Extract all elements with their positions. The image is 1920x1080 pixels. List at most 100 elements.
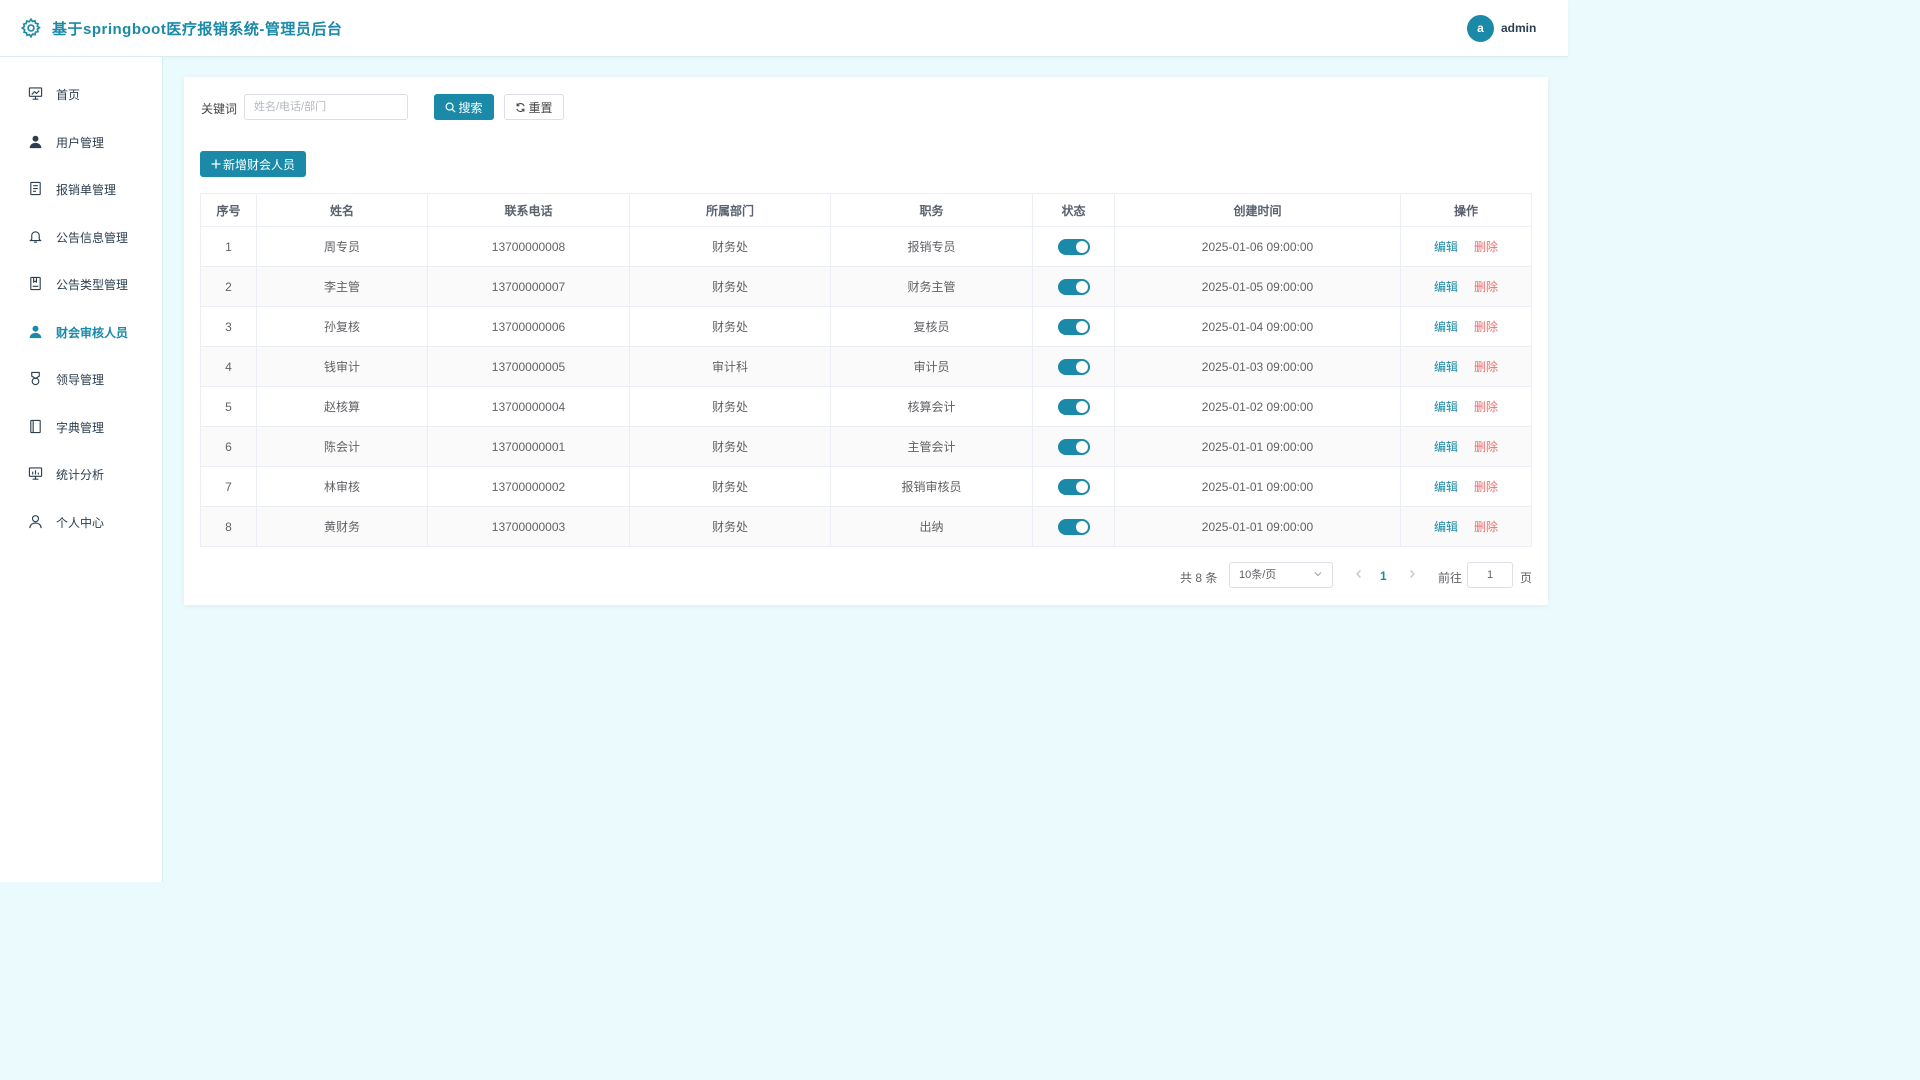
status-toggle[interactable] xyxy=(1057,358,1090,375)
edit-button[interactable]: 编辑 xyxy=(1434,280,1458,294)
staff-name: 赵核算 xyxy=(256,386,428,427)
status-cell xyxy=(1032,306,1115,347)
edit-button[interactable]: 编辑 xyxy=(1434,400,1458,414)
column-header: 职务 xyxy=(830,193,1033,227)
created-time: 2025-01-01 09:00:00 xyxy=(1114,466,1401,507)
chart-icon xyxy=(28,467,43,480)
status-toggle[interactable] xyxy=(1057,238,1090,255)
edit-button[interactable]: 编辑 xyxy=(1434,360,1458,374)
table-row: 8 黄财务 13700000003 财务处 出纳 2025-01-01 09:00:00 编… xyxy=(200,506,1532,547)
user-icon xyxy=(29,325,42,339)
sidebar-item-finance-auditors[interactable]: 财会审核人员 xyxy=(0,312,162,352)
goto-page-input[interactable] xyxy=(1467,562,1513,588)
page-size-select[interactable]: 10条/页 xyxy=(1229,562,1333,588)
delete-button[interactable]: 删除 xyxy=(1474,280,1498,294)
delete-button[interactable]: 删除 xyxy=(1474,520,1498,534)
sidebar-item-claims[interactable]: 报销单管理 xyxy=(0,169,162,209)
phone-number: 13700000002 xyxy=(427,466,630,507)
position: 出纳 xyxy=(830,506,1033,547)
phone-number: 13700000008 xyxy=(427,226,630,267)
edit-button[interactable]: 编辑 xyxy=(1434,520,1458,534)
sidebar-item-notice-types[interactable]: 公告类型管理 xyxy=(0,264,162,304)
chevron-right-icon[interactable] xyxy=(1406,567,1418,581)
department: 财务处 xyxy=(629,466,831,507)
keyword-label: 关键词 xyxy=(201,102,238,116)
edit-button[interactable]: 编辑 xyxy=(1434,480,1458,494)
column-header: 序号 xyxy=(200,193,257,227)
sidebar-item-label: 报销单管理 xyxy=(56,183,117,197)
sidebar-item-statistics[interactable]: 统计分析 xyxy=(0,454,162,494)
status-cell xyxy=(1032,266,1115,307)
sidebar-item-users[interactable]: 用户管理 xyxy=(0,122,162,162)
delete-button[interactable]: 删除 xyxy=(1474,320,1498,334)
department: 财务处 xyxy=(629,306,831,347)
search-button[interactable]: 搜索 xyxy=(434,94,494,120)
phone-number: 13700000007 xyxy=(427,266,630,307)
page-number-current[interactable]: 1 xyxy=(1380,569,1387,583)
phone-number: 13700000006 xyxy=(427,306,630,347)
staff-name: 黄财务 xyxy=(256,506,428,547)
sidebar-item-dictionary[interactable]: 字典管理 xyxy=(0,407,162,447)
add-finance-staff-button[interactable]: 新增财会人员 xyxy=(200,151,306,177)
delete-button[interactable]: 删除 xyxy=(1474,440,1498,454)
row-index: 8 xyxy=(200,506,257,547)
delete-button[interactable]: 删除 xyxy=(1474,360,1498,374)
finance-staff-table: 序号 姓名 联系电话 所属部门 职务 状态 创建时间 操作 1 周专员 137000… xyxy=(200,193,1532,547)
avatar[interactable]: a xyxy=(1467,15,1494,42)
chevron-left-icon[interactable] xyxy=(1353,567,1365,581)
sidebar-item-notices[interactable]: 公告信息管理 xyxy=(0,217,162,257)
delete-button[interactable]: 删除 xyxy=(1474,400,1498,414)
column-header: 姓名 xyxy=(256,193,428,227)
username[interactable]: admin xyxy=(1501,21,1536,35)
staff-name: 周专员 xyxy=(256,226,428,267)
row-index: 7 xyxy=(200,466,257,507)
search-button-label: 搜索 xyxy=(458,100,483,115)
edit-button[interactable]: 编辑 xyxy=(1434,440,1458,454)
content-card: 关键词 搜索 重置 新增财会人员 序号 姓名 联系电话 所属部门 职务 状态 创… xyxy=(184,77,1548,605)
reset-button[interactable]: 重置 xyxy=(504,94,564,120)
sidebar-item-label: 首页 xyxy=(56,88,81,102)
actions-cell: 编辑 删除 xyxy=(1400,226,1532,267)
status-toggle[interactable] xyxy=(1057,478,1090,495)
sidebar-item-profile[interactable]: 个人中心 xyxy=(0,502,162,542)
status-cell xyxy=(1032,346,1115,387)
sidebar-item-label: 公告信息管理 xyxy=(56,231,129,245)
created-time: 2025-01-01 09:00:00 xyxy=(1114,506,1401,547)
status-toggle[interactable] xyxy=(1057,518,1090,535)
table-row: 7 林审核 13700000002 财务处 报销审核员 2025-01-01 09:00:… xyxy=(200,466,1532,507)
created-time: 2025-01-03 09:00:00 xyxy=(1114,346,1401,387)
phone-number: 13700000004 xyxy=(427,386,630,427)
actions-cell: 编辑 删除 xyxy=(1400,346,1532,387)
status-toggle[interactable] xyxy=(1057,398,1090,415)
status-toggle[interactable] xyxy=(1057,278,1090,295)
created-time: 2025-01-06 09:00:00 xyxy=(1114,226,1401,267)
sidebar-item-home[interactable]: 首页 xyxy=(0,74,162,114)
table-row: 1 周专员 13700000008 财务处 报销专员 2025-01-06 09:00:0… xyxy=(200,226,1532,267)
edit-button[interactable]: 编辑 xyxy=(1434,320,1458,334)
department: 财务处 xyxy=(629,426,831,467)
status-toggle[interactable] xyxy=(1057,318,1090,335)
department: 财务处 xyxy=(629,266,831,307)
created-time: 2025-01-04 09:00:00 xyxy=(1114,306,1401,347)
search-icon xyxy=(445,102,456,113)
created-time: 2025-01-05 09:00:00 xyxy=(1114,266,1401,307)
bell-icon xyxy=(29,231,42,243)
sidebar-item-leaders[interactable]: 领导管理 xyxy=(0,359,162,399)
staff-name: 林审核 xyxy=(256,466,428,507)
row-index: 2 xyxy=(200,266,257,307)
row-index: 1 xyxy=(200,226,257,267)
department: 财务处 xyxy=(629,226,831,267)
delete-button[interactable]: 删除 xyxy=(1474,480,1498,494)
medal-icon xyxy=(31,371,40,386)
actions-cell: 编辑 删除 xyxy=(1400,306,1532,347)
position: 报销专员 xyxy=(830,226,1033,267)
goto-suffix: 页 xyxy=(1520,571,1533,585)
status-toggle[interactable] xyxy=(1057,438,1090,455)
table-row: 2 李主管 13700000007 财务处 财务主管 2025-01-05 09:00:0… xyxy=(200,266,1532,307)
column-header: 操作 xyxy=(1400,193,1532,227)
edit-button[interactable]: 编辑 xyxy=(1434,240,1458,254)
keyword-search-input[interactable] xyxy=(244,94,408,120)
sidebar-item-label: 字典管理 xyxy=(56,421,105,435)
delete-button[interactable]: 删除 xyxy=(1474,240,1498,254)
user-outline-icon xyxy=(29,515,42,529)
